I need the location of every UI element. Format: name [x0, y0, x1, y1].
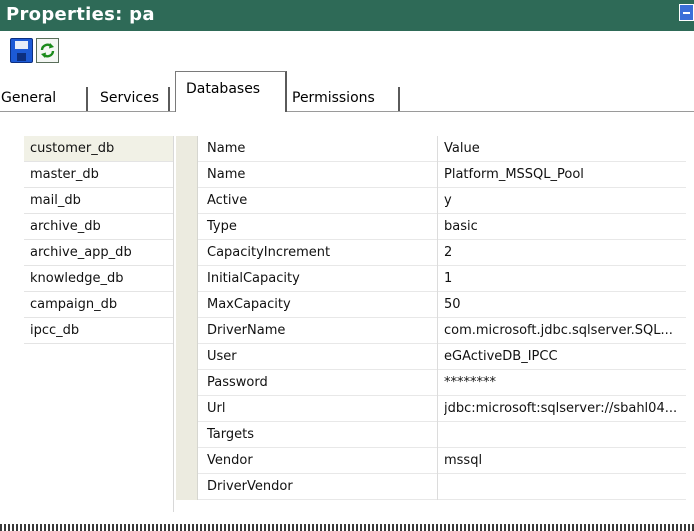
minimize-button[interactable]	[679, 4, 694, 21]
column-divider	[437, 318, 438, 344]
column-divider	[437, 266, 438, 292]
list-item-archive-app-db[interactable]: archive_app_db	[24, 240, 173, 266]
list-item-archive-db[interactable]: archive_db	[24, 214, 173, 240]
column-divider	[437, 370, 438, 396]
row-header-cell	[176, 422, 198, 448]
row-header-cell	[176, 162, 198, 188]
property-value[interactable]	[444, 474, 682, 500]
property-name: CapacityIncrement	[207, 245, 331, 260]
column-divider	[437, 344, 438, 370]
table-row[interactable]: DriverName com.microsoft.jdbc.sqlserver.S…	[176, 318, 686, 344]
property-value[interactable]: jdbc:microsoft:sqlserver://sbahl04...	[444, 396, 682, 422]
column-header-name: Name	[207, 141, 246, 156]
property-name: Active	[207, 193, 248, 208]
table-row[interactable]: Name Platform_MSSQL_Pool	[176, 162, 686, 188]
property-name: MaxCapacity	[207, 297, 291, 312]
title-bar: Properties: pa	[0, 0, 694, 31]
column-divider	[437, 396, 438, 422]
property-value[interactable]: 1	[444, 266, 682, 292]
property-value[interactable]: 2	[444, 240, 682, 266]
row-header-cell	[176, 448, 198, 474]
grid-header-row: Name Value	[176, 136, 686, 162]
table-row[interactable]: MaxCapacity 50	[176, 292, 686, 318]
column-divider	[437, 214, 438, 240]
row-header-cell	[176, 292, 198, 318]
property-value[interactable]	[444, 422, 682, 448]
table-row[interactable]: InitialCapacity 1	[176, 266, 686, 292]
property-name: Targets	[207, 427, 254, 442]
list-item-customer-db[interactable]: customer_db	[24, 136, 173, 162]
property-name: Name	[207, 167, 246, 182]
tab-permissions-label: Permissions	[292, 90, 375, 106]
column-divider	[437, 188, 438, 214]
property-name: Password	[207, 375, 268, 390]
row-header-cell	[176, 370, 198, 396]
table-row[interactable]: User eGActiveDB_IPCC	[176, 344, 686, 370]
column-divider	[437, 136, 438, 162]
database-list: customer_db master_db mail_db archive_db…	[24, 136, 174, 512]
column-divider	[437, 162, 438, 188]
window-title: Properties: pa	[6, 4, 155, 25]
row-header-cell	[176, 318, 198, 344]
list-item-master-db[interactable]: master_db	[24, 162, 173, 188]
table-row[interactable]: Type basic	[176, 214, 686, 240]
property-value[interactable]: ********	[444, 370, 682, 396]
property-value[interactable]: eGActiveDB_IPCC	[444, 344, 682, 370]
tab-services-label: Services	[100, 90, 160, 106]
property-name: Type	[207, 219, 237, 234]
tab-databases[interactable]: Databases	[175, 71, 287, 112]
properties-grid: Name Value Name Platform_MSSQL_Pool Activ…	[176, 136, 686, 500]
row-header-cell	[176, 474, 198, 500]
list-item-knowledge-db[interactable]: knowledge_db	[24, 266, 173, 292]
tab-general[interactable]: General	[0, 87, 88, 111]
row-header-cell	[176, 136, 198, 162]
table-row[interactable]: DriverVendor	[176, 474, 686, 500]
property-value[interactable]: 50	[444, 292, 682, 318]
tab-permissions[interactable]: Permissions	[288, 87, 400, 111]
column-divider	[437, 292, 438, 318]
row-header-cell	[176, 266, 198, 292]
property-value[interactable]: basic	[444, 214, 682, 240]
table-row[interactable]: Url jdbc:microsoft:sqlserver://sbahl04...	[176, 396, 686, 422]
property-value[interactable]: y	[444, 188, 682, 214]
row-header-cell	[176, 214, 198, 240]
column-divider	[437, 474, 438, 500]
property-value[interactable]: com.microsoft.jdbc.sqlserver.SQL...	[444, 318, 682, 344]
list-item-campaign-db[interactable]: campaign_db	[24, 292, 173, 318]
column-divider	[437, 448, 438, 474]
table-row[interactable]: Vendor mssql	[176, 448, 686, 474]
table-row[interactable]: Targets	[176, 422, 686, 448]
refresh-icon[interactable]	[36, 38, 59, 63]
property-value[interactable]: Platform_MSSQL_Pool	[444, 162, 682, 188]
list-item-ipcc-db[interactable]: ipcc_db	[24, 318, 173, 344]
property-name: Vendor	[207, 453, 253, 468]
table-row[interactable]: CapacityIncrement 2	[176, 240, 686, 266]
property-value[interactable]: mssql	[444, 448, 682, 474]
column-header-value: Value	[444, 141, 480, 156]
property-name: InitialCapacity	[207, 271, 300, 286]
property-name: User	[207, 349, 237, 364]
column-divider	[437, 422, 438, 448]
column-divider	[437, 240, 438, 266]
row-header-cell	[176, 344, 198, 370]
row-header-cell	[176, 396, 198, 422]
save-icon[interactable]	[10, 38, 33, 63]
tab-general-label: General	[1, 90, 57, 106]
databases-panel: customer_db master_db mail_db archive_db…	[0, 112, 694, 524]
row-header-cell	[176, 188, 198, 214]
property-name: DriverName	[207, 323, 286, 338]
row-header-cell	[176, 240, 198, 266]
tab-services[interactable]: Services	[97, 87, 170, 111]
horizontal-scrollbar[interactable]	[0, 524, 694, 531]
tab-strip: General Services Databases Permissions	[0, 71, 694, 112]
table-row[interactable]: Active y	[176, 188, 686, 214]
property-name: Url	[207, 401, 226, 416]
toolbar	[0, 31, 694, 71]
tab-databases-label: Databases	[186, 81, 261, 97]
property-name: DriverVendor	[207, 479, 293, 494]
table-row[interactable]: Password ********	[176, 370, 686, 396]
list-item-mail-db[interactable]: mail_db	[24, 188, 173, 214]
